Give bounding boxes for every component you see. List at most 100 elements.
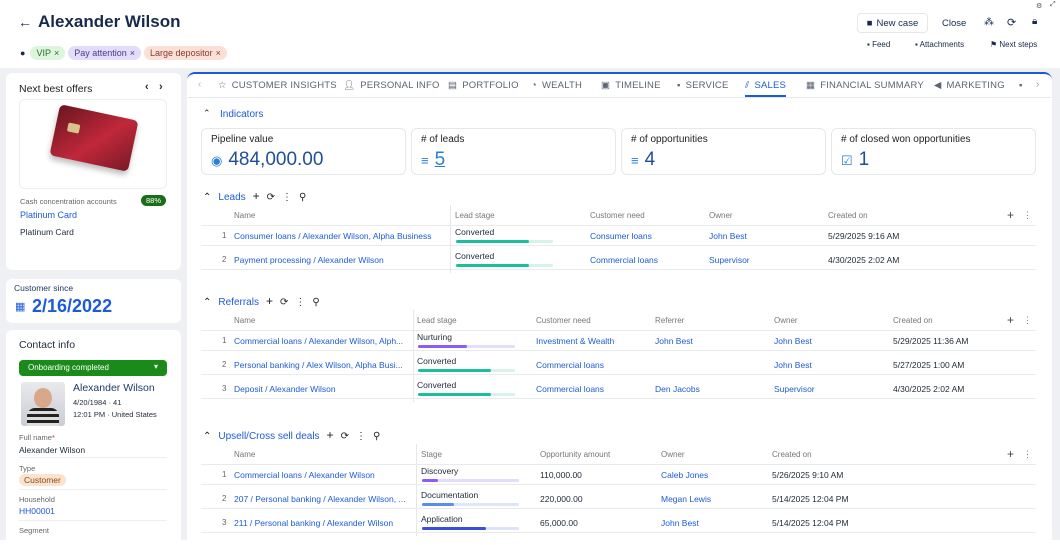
feed-button[interactable]: ▪ Feed [867, 40, 890, 49]
more-options-icon[interactable]: ⋮ [295, 297, 305, 308]
referrals-column-header[interactable]: Owner [774, 316, 798, 325]
deals-name-link[interactable]: 207 / Personal banking / Alexander Wilso… [234, 494, 406, 504]
leads-name-link[interactable]: Payment processing / Alexander Wilson [234, 255, 384, 265]
refresh-icon[interactable]: ⟳ [267, 192, 275, 203]
column-options-icon[interactable]: ⋮ [1023, 210, 1032, 221]
collapse-icon[interactable]: ⌃ [203, 431, 211, 442]
referrals-name-link[interactable]: Personal banking / Alex Wilson, Alpha Bu… [234, 360, 403, 370]
refresh-icon[interactable]: ⟳ [280, 297, 288, 308]
remove-tag-icon[interactable]: × [130, 48, 135, 58]
settings-icon[interactable]: ⚙ [1036, 2, 1042, 10]
more-options-icon[interactable]: ⋮ [356, 431, 366, 442]
add-icon[interactable]: + [327, 428, 334, 442]
refresh-icon[interactable]: ⟳ [1007, 16, 1016, 29]
more-options-icon[interactable]: ⋮ [282, 192, 292, 203]
leads-column-header[interactable]: Owner [709, 211, 733, 220]
leads-title[interactable]: Leads [218, 192, 245, 203]
referrals-column-header[interactable]: Lead stage [417, 316, 457, 325]
deals-name-link[interactable]: 211 / Personal banking / Alexander Wilso… [234, 518, 393, 528]
tabs-next-icon[interactable]: › [1036, 79, 1039, 90]
deals-column-header[interactable]: Stage [421, 450, 442, 459]
search-icon[interactable]: ⚲ [373, 431, 380, 442]
indicators-title[interactable]: Indicators [220, 109, 263, 120]
leads-need-link[interactable]: Consumer loans [590, 231, 652, 241]
remove-tag-icon[interactable]: × [216, 48, 221, 58]
remove-tag-icon[interactable]: × [54, 48, 59, 58]
deals-owner-link[interactable]: Caleb Jones [661, 470, 708, 480]
deals-owner-link[interactable]: John Best [661, 518, 699, 528]
leads-owner-link[interactable]: John Best [709, 231, 747, 241]
leads-need-link[interactable]: Commercial loans [590, 255, 658, 265]
full-name-value[interactable]: Alexander Wilson [19, 445, 85, 455]
tab-personal-info[interactable]: 👤︎PERSONAL INFO [343, 80, 440, 91]
referrals-column-header[interactable]: Customer need [536, 316, 591, 325]
close-button[interactable]: Close [942, 18, 966, 29]
leads-name-link[interactable]: Consumer loans / Alexander Wilson, Alpha… [234, 231, 432, 241]
deals-owner-link[interactable]: Megan Lewis [661, 494, 711, 504]
tabs-prev-icon[interactable]: ‹ [198, 79, 201, 90]
tab-sales[interactable]: ⫽SALES [745, 80, 786, 97]
column-options-icon[interactable]: ⋮ [1023, 449, 1032, 460]
prev-offer-button[interactable]: ‹ [145, 81, 149, 93]
leads-owner-link[interactable]: Supervisor [709, 255, 750, 265]
expand-icon[interactable]: ⤢ [1050, 1, 1056, 9]
collapse-icon[interactable]: ⌃ [203, 192, 211, 203]
hierarchy-icon[interactable]: ⁂ [984, 17, 994, 28]
row-number: 3 [222, 384, 226, 393]
new-case-button[interactable]: ■New case [857, 13, 928, 33]
deals-column-header[interactable]: Created on [772, 450, 812, 459]
deals-column-header[interactable]: Name [234, 450, 255, 459]
add-icon[interactable]: + [253, 189, 260, 203]
lock-icon[interactable]: 🔒︎ [1032, 16, 1037, 27]
add-icon[interactable]: + [266, 294, 273, 308]
offer-link[interactable]: Platinum Card [20, 210, 77, 220]
deals-created: 5/14/2025 12:04 PM [772, 494, 849, 504]
tab-financial-summary[interactable]: ▦FINANCIAL SUMMARY [806, 80, 924, 91]
tab-portfolio[interactable]: ▤PORTFOLIO [448, 80, 519, 91]
next-steps-button[interactable]: ⚑ Next steps [990, 40, 1037, 49]
leads-column-header[interactable]: Created on [828, 211, 868, 220]
referrals-referrer-link[interactable]: John Best [655, 336, 693, 346]
deals-column-header[interactable]: Owner [661, 450, 685, 459]
referrals-referrer-link[interactable]: Den Jacobs [655, 384, 700, 394]
leads-column-header[interactable]: Name [234, 211, 255, 220]
tab-service[interactable]: ▪SERVICE [677, 80, 729, 91]
referrals-need-link[interactable]: Investment & Wealth [536, 336, 614, 346]
household-link[interactable]: HH00001 [19, 506, 55, 516]
referrals-owner-link[interactable]: John Best [774, 336, 812, 346]
collapse-indicators-icon[interactable]: ⌃ [203, 108, 211, 119]
refresh-icon[interactable]: ⟳ [341, 431, 349, 442]
column-options-icon[interactable]: ⋮ [1023, 315, 1032, 326]
search-icon[interactable]: ⚲ [312, 297, 319, 308]
referrals-need-link[interactable]: Commercial loans [536, 360, 604, 370]
collapse-icon[interactable]: ⌃ [203, 297, 211, 308]
kpi-value-link[interactable]: 5 [435, 149, 446, 170]
search-icon[interactable]: ⚲ [299, 192, 306, 203]
add-column-icon[interactable]: + [1007, 313, 1014, 327]
leads-column-header[interactable]: Lead stage [455, 211, 495, 220]
tab-customer-insights[interactable]: ☆CUSTOMER INSIGHTS [218, 80, 337, 91]
referrals-title[interactable]: Referrals [218, 297, 259, 308]
deals-column-header[interactable]: Opportunity amount [540, 450, 610, 459]
referrals-column-header[interactable]: Name [234, 316, 255, 325]
referrals-owner-link[interactable]: Supervisor [774, 384, 815, 394]
referrals-name-link[interactable]: Commercial loans / Alexander Wilson, Alp… [234, 336, 403, 346]
tab-wealth[interactable]: ◔WEALTH [531, 80, 582, 91]
deals-name-link[interactable]: Commercial loans / Alexander Wilson [234, 470, 375, 480]
add-column-icon[interactable]: + [1007, 208, 1014, 222]
referrals-name-link[interactable]: Deposit / Alexander Wilson [234, 384, 336, 394]
add-column-icon[interactable]: + [1007, 447, 1014, 461]
referrals-need-link[interactable]: Commercial loans [536, 384, 604, 394]
back-arrow-icon[interactable]: ← [18, 14, 32, 30]
tab-marketing[interactable]: ◀MARKETING [934, 80, 1005, 91]
next-offer-button[interactable]: › [159, 81, 163, 93]
onboarding-status-dropdown[interactable]: Onboarding completed▾ [19, 360, 167, 376]
tab-timeline[interactable]: ▣TIMELINE [601, 80, 661, 91]
more-tabs-icon[interactable]: ▪ [1019, 80, 1023, 91]
attachments-button[interactable]: ▪ Attachments [915, 40, 964, 49]
leads-column-header[interactable]: Customer need [590, 211, 645, 220]
referrals-column-header[interactable]: Created on [893, 316, 933, 325]
referrals-owner-link[interactable]: John Best [774, 360, 812, 370]
referrals-column-header[interactable]: Referrer [655, 316, 684, 325]
deals-title[interactable]: Upsell/Cross sell deals [218, 431, 319, 442]
